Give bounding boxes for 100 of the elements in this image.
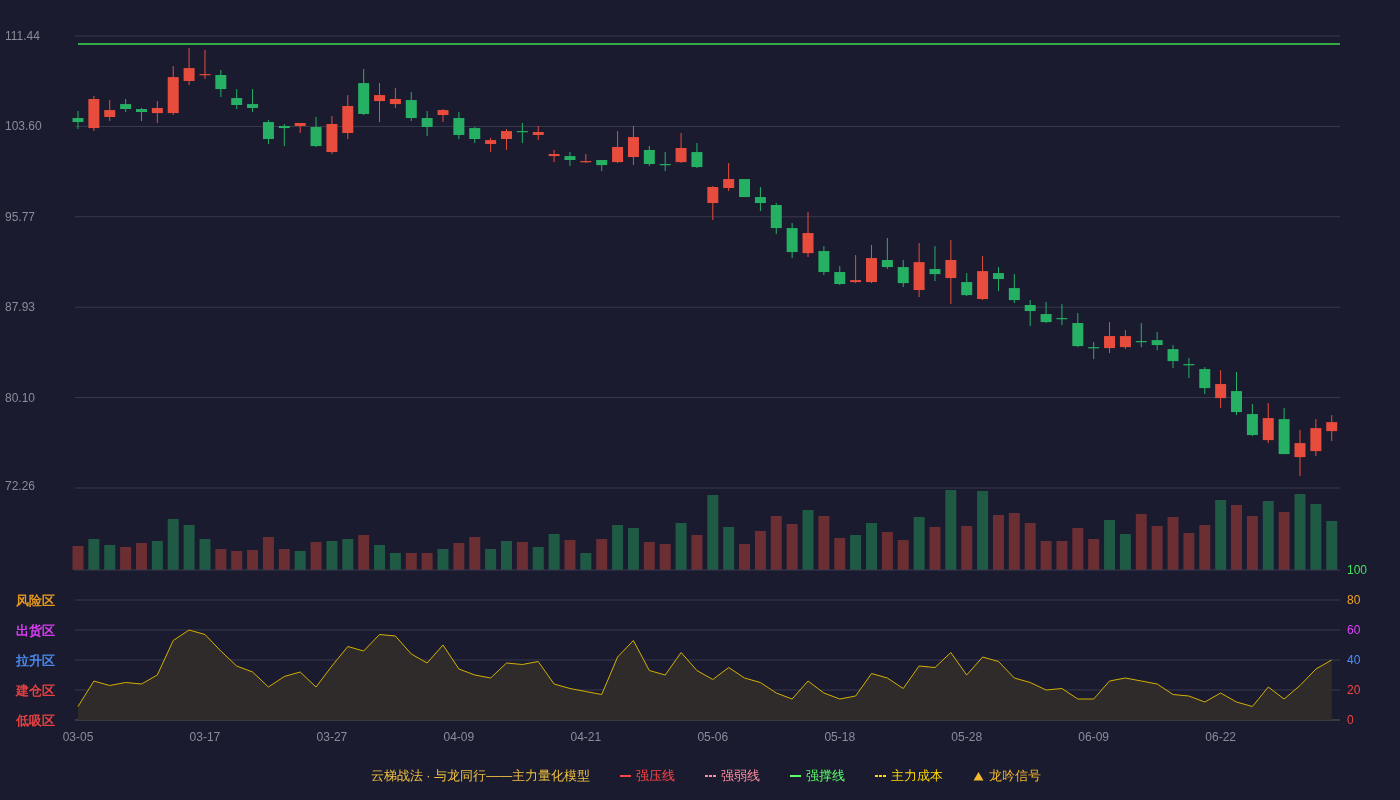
candlestick: [1215, 369, 1227, 409]
candlestick: [183, 47, 195, 86]
candlestick: [612, 130, 624, 164]
candlestick: [1008, 273, 1020, 304]
candlestick: [707, 185, 719, 221]
axis-label: 03-17: [189, 730, 221, 744]
candlestick: [945, 239, 957, 305]
candlestick: [961, 272, 973, 297]
candlestick: [501, 128, 512, 151]
candlestick: [1040, 301, 1052, 324]
candlestick: [453, 111, 465, 140]
axis-label: 87.93: [5, 300, 36, 315]
axis-label: 05-28: [951, 730, 983, 744]
candlestick: [770, 202, 782, 235]
candlestick: [548, 149, 560, 163]
candlestick: [326, 115, 338, 155]
candlestick: [294, 122, 306, 134]
zone-label: 低吸区: [16, 713, 55, 728]
candlestick: [866, 244, 877, 284]
candlestick: [358, 68, 370, 116]
zone-label: 建仓区: [16, 683, 55, 698]
candlestick: [516, 122, 528, 144]
legend-label: 强撑线: [806, 767, 846, 785]
candlestick: [310, 116, 322, 148]
candlestick: [881, 237, 893, 270]
candlestick: [437, 108, 449, 123]
candlestick: [1151, 331, 1163, 351]
candlestick: [739, 178, 751, 198]
axis-label: 80.10: [5, 390, 36, 405]
candlestick: [580, 153, 592, 164]
candlestick: [659, 151, 671, 172]
legend-label: 龙吟信号: [989, 767, 1042, 785]
axis-label: 04-21: [570, 730, 602, 744]
candlestick: [215, 69, 227, 98]
candlestick: [1310, 418, 1322, 457]
candlestick: [1167, 344, 1179, 369]
candlestick: [1072, 312, 1084, 348]
legend-label: 强弱线: [721, 767, 761, 785]
axis-label: 05-06: [697, 730, 729, 744]
legend-title: 云梯战法 · 与龙同行——主力量化模型: [370, 767, 591, 785]
legend-label: 主力成本: [891, 767, 944, 785]
candlestick: [564, 151, 576, 167]
candlestick: [977, 255, 989, 301]
candlestick: [1199, 366, 1211, 395]
axis-label: 95.77: [5, 209, 36, 224]
candlestick: [199, 49, 211, 80]
candlestick: [120, 98, 132, 113]
candlestick: [389, 87, 401, 109]
candlestick: [469, 126, 481, 144]
axis-label: 05-18: [824, 730, 856, 744]
legend-label: 强压线: [636, 767, 676, 785]
axis-label: 20: [1347, 683, 1361, 697]
candlestick: [421, 110, 433, 137]
axis-label: 06-09: [1078, 730, 1110, 744]
candlestick: [1262, 402, 1274, 444]
candlestick: [262, 119, 274, 145]
axis-label: 103.60: [5, 119, 42, 134]
candlestick: [1024, 299, 1036, 327]
axis-label: 100: [1347, 563, 1368, 577]
axis-label: 80: [1347, 593, 1361, 607]
candlestick: [104, 99, 116, 122]
candlestick: [1278, 407, 1290, 455]
zone-label: 出货区: [16, 623, 55, 638]
candlestick: [596, 159, 608, 172]
candlestick: [850, 254, 862, 284]
candlestick: [929, 245, 941, 282]
axis-label: 06-22: [1205, 730, 1236, 744]
candlestick: [151, 100, 163, 124]
axis-label: 111.44: [5, 29, 40, 43]
candlestick: [1119, 329, 1131, 350]
candlestick: [1231, 371, 1242, 416]
candlestick: [1246, 403, 1258, 437]
candlestick: [818, 245, 830, 276]
candlestick: [1135, 322, 1147, 348]
candlestick: [723, 162, 735, 192]
candlestick: [1104, 321, 1116, 354]
candlestick: [532, 125, 544, 141]
candlestick: [992, 266, 1004, 292]
zone-label: 风险区: [16, 593, 55, 608]
axis-label: 60: [1347, 623, 1361, 637]
axis-label: 03-27: [316, 730, 348, 744]
candlestick: [897, 259, 909, 288]
candlestick: [167, 65, 179, 116]
candlestick: [1294, 429, 1306, 477]
candlestick: [1326, 414, 1338, 442]
candlestick: [1056, 303, 1068, 326]
axis-label: 03-05: [62, 730, 94, 744]
candlestick: [485, 137, 497, 153]
candlestick: [231, 88, 243, 110]
candlestick: [786, 222, 798, 259]
candlestick: [643, 145, 655, 167]
candlestick: [834, 265, 846, 286]
candlestick: [754, 186, 766, 212]
candlestick: [405, 91, 417, 122]
candlestick: [136, 107, 147, 122]
axis-label: 72.26: [5, 479, 36, 493]
candlestick: [247, 88, 259, 113]
candlestick: [342, 94, 354, 140]
candlestick: [374, 82, 386, 123]
candlestick: [691, 142, 703, 169]
